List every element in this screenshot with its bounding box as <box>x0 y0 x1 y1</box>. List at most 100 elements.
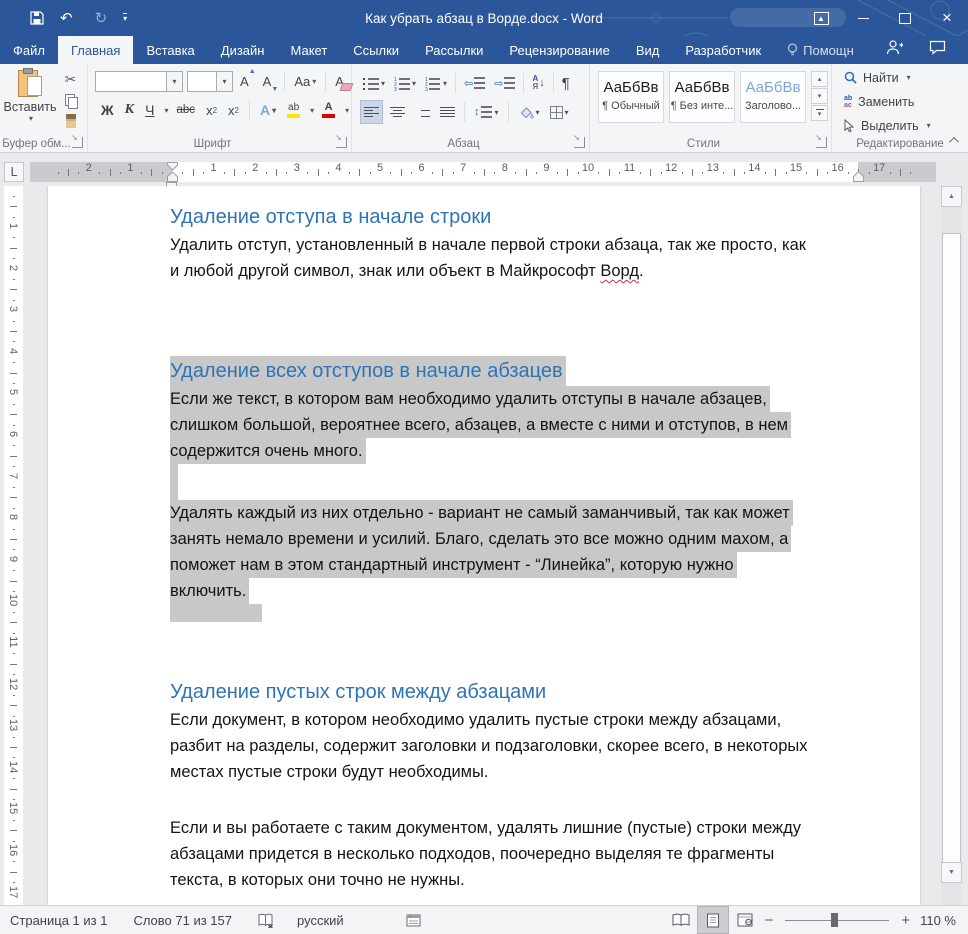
tab-home[interactable]: Главная <box>57 36 134 64</box>
font-size-combo[interactable]: ▾ <box>187 70 233 92</box>
align-right-button[interactable] <box>412 101 433 123</box>
dialog-launcher-clipboard[interactable] <box>71 133 83 148</box>
horizontal-ruler[interactable]: 2 1 1 2 3 4 5 6 7 8 9 10 11 12 13 14 15 16 17 <box>30 162 936 182</box>
redo-button[interactable]: ↻ <box>95 11 108 26</box>
document-heading[interactable]: Удаление всех отступов в начале абзацев <box>170 356 860 386</box>
scroll-up-button[interactable]: ▲ <box>941 186 962 207</box>
styles-more-button[interactable]: ▾ <box>811 105 828 121</box>
zoom-slider-thumb[interactable] <box>831 913 839 927</box>
dialog-launcher-paragraph[interactable] <box>573 133 585 148</box>
document-line[interactable]: Если документ, в котором необходимо удал… <box>170 707 860 733</box>
tab-review[interactable]: Рецензирование <box>496 36 622 64</box>
print-layout-button[interactable] <box>696 906 729 934</box>
strikethrough-button[interactable]: abc <box>174 99 199 121</box>
font-name-combo[interactable]: ▾ <box>95 70 183 92</box>
close-button[interactable]: × <box>926 0 968 36</box>
tab-design[interactable]: Дизайн <box>208 36 278 64</box>
document-line[interactable]: абзацами придется в несколько подходов, … <box>170 841 860 867</box>
dialog-launcher-font[interactable] <box>335 133 347 148</box>
macro-record-button[interactable] <box>406 914 421 927</box>
tab-layout[interactable]: Макет <box>277 36 340 64</box>
document-line[interactable]: слишком большой, вероятнее всего, абзаце… <box>170 412 860 438</box>
word-count[interactable]: Слово 71 из 157 <box>133 913 232 928</box>
tab-mailings[interactable]: Рассылки <box>412 36 496 64</box>
justify-button[interactable] <box>437 101 458 123</box>
tab-developer[interactable]: Разработчик <box>672 36 774 64</box>
proofing-errors-button[interactable] <box>258 913 275 928</box>
right-indent-marker[interactable] <box>853 170 864 182</box>
style-no-spacing[interactable]: АаБбВв ¶ Без инте... <box>669 71 735 123</box>
misspelled-word[interactable]: Ворд <box>600 262 639 280</box>
minimize-button[interactable] <box>842 0 884 36</box>
shrink-font-button[interactable]: А ▼ <box>260 70 279 94</box>
text-effects-button[interactable]: А ▾ <box>257 99 279 121</box>
document-heading[interactable]: Удаление отступа в начале строки <box>170 202 860 232</box>
decrease-indent-button[interactable]: ⇦ <box>461 72 488 94</box>
sort-button[interactable]: АЯ ↓ <box>529 72 547 94</box>
italic-button[interactable]: К <box>122 99 138 121</box>
grow-font-button[interactable]: А ▲ <box>237 68 256 92</box>
shading-button[interactable]: ▾ <box>515 101 543 123</box>
document-line[interactable]: текста, в которых они точно не нужны. <box>170 867 860 893</box>
read-mode-button[interactable] <box>665 906 697 934</box>
language-indicator[interactable]: русский <box>297 913 344 928</box>
document-heading[interactable]: Удаление пустых строк между абзацами <box>170 677 860 707</box>
document-line[interactable]: включить. <box>170 578 860 604</box>
tab-file[interactable]: Файл <box>0 36 58 64</box>
document-line[interactable]: Удалить отступ, установленный в начале п… <box>170 232 860 258</box>
collapse-ribbon-button[interactable] <box>948 134 962 147</box>
underline-button[interactable]: Ч <box>142 99 157 121</box>
copy-button[interactable] <box>60 91 81 109</box>
tab-stop-selector[interactable]: L <box>4 162 24 182</box>
dialog-launcher-styles[interactable] <box>815 133 827 148</box>
ribbon-display-options-button[interactable]: ▲ <box>800 0 842 36</box>
bullets-button[interactable]: ▾ <box>360 72 388 94</box>
zoom-level[interactable]: 110 % <box>920 913 956 928</box>
scrollbar-thumb[interactable] <box>942 233 961 883</box>
document-line[interactable]: разбит на разделы, содержит заголовки и … <box>170 733 860 759</box>
document-line[interactable]: Удалять каждый из них отдельно - вариант… <box>170 500 860 526</box>
change-case-button[interactable]: Aa ▾ <box>291 70 319 92</box>
tab-tellme[interactable]: Помощн <box>774 36 867 64</box>
numbering-button[interactable]: ▾ <box>391 72 419 94</box>
scroll-down-button[interactable]: ▼ <box>941 862 962 883</box>
customize-quick-access-button[interactable]: ▾ <box>123 13 128 23</box>
tab-references[interactable]: Ссылки <box>340 36 412 64</box>
select-button[interactable]: Выделить ▾ <box>832 115 968 136</box>
document-line[interactable]: и любой другой символ, знак или объект в… <box>170 258 860 284</box>
document-line[interactable]: местах пустые строки будут необходимы. <box>170 759 860 785</box>
find-button[interactable]: Найти ▾ <box>832 67 968 88</box>
tab-view[interactable]: Вид <box>623 36 673 64</box>
subscript-button[interactable]: x2 <box>203 99 220 121</box>
zoom-slider[interactable] <box>785 906 890 934</box>
save-button[interactable] <box>30 11 44 25</box>
undo-button[interactable]: ↶ ▾ <box>60 11 79 26</box>
increase-indent-button[interactable]: ⇨ <box>491 72 518 94</box>
superscript-button[interactable]: x2 <box>225 99 242 121</box>
maximize-button[interactable] <box>884 0 926 36</box>
paste-button[interactable]: Вставить ▾ <box>4 68 57 135</box>
document-page[interactable]: Удаление отступа в начале строки Удалить … <box>48 186 920 905</box>
document-line[interactable]: Если же текст, в котором вам необходимо … <box>170 386 860 412</box>
vertical-scrollbar[interactable]: ▲ ▼ <box>941 186 962 905</box>
font-color-button[interactable]: А <box>319 99 338 121</box>
tab-insert[interactable]: Вставка <box>133 36 207 64</box>
clear-formatting-button[interactable]: А <box>332 70 354 92</box>
sign-in-button[interactable] <box>886 40 904 60</box>
document-line[interactable]: Если и вы работаете с таким документом, … <box>170 815 860 841</box>
align-left-button[interactable] <box>360 100 383 124</box>
vertical-ruler[interactable]: 1 2 3 4 5 6 7 8 9 10 11 12 13 14 15 16 17 <box>4 186 23 905</box>
styles-scroll-up-button[interactable]: ▴ <box>811 71 828 87</box>
first-line-indent-marker[interactable] <box>167 162 178 182</box>
borders-button[interactable]: ▾ <box>547 101 572 123</box>
bold-button[interactable]: Ж <box>98 99 117 121</box>
show-paragraph-marks-button[interactable]: ¶ <box>559 72 573 94</box>
document-line[interactable]: занять немало времени и усилий. Благо, с… <box>170 526 860 552</box>
share-comment-button[interactable] <box>929 40 946 60</box>
line-spacing-button[interactable]: ↕ ▾ <box>471 101 502 123</box>
style-normal[interactable]: АаБбВв ¶ Обычный <box>598 71 664 123</box>
document-line[interactable]: содержится очень много. <box>170 438 860 464</box>
page-count[interactable]: Страница 1 из 1 <box>10 913 107 928</box>
replace-button[interactable]: ab ac Заменить <box>832 91 968 112</box>
web-layout-button[interactable] <box>729 906 761 934</box>
